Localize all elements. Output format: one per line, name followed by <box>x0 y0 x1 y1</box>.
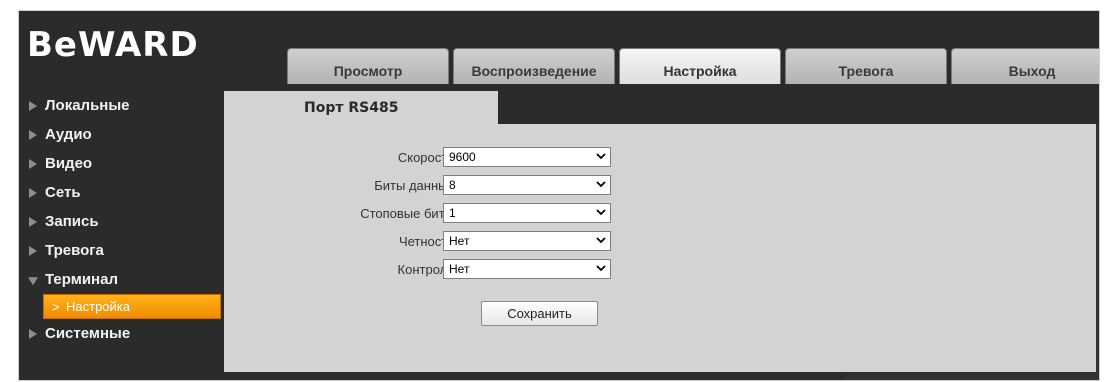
speed-select[interactable]: 9600 <box>443 147 611 167</box>
chevron-right-icon: > <box>52 299 60 314</box>
select-value: 1 <box>449 206 456 220</box>
app-frame: BeWARD Просмотр Воспроизведение Настройк… <box>18 10 1100 381</box>
collapsed-arrow-icon <box>29 158 37 169</box>
sidebar-item-local[interactable]: Локальные <box>19 91 224 120</box>
sidebar-item-label: Сеть <box>45 184 81 201</box>
sidebar-item-system[interactable]: Системные <box>19 319 224 348</box>
form-row-stop-bits: Стоповые биты 1 <box>224 203 644 227</box>
collapsed-arrow-icon <box>29 328 37 339</box>
select-value: Нет <box>449 262 470 276</box>
tab-label: Тревога <box>838 62 894 79</box>
tab-alarm[interactable]: Тревога <box>785 48 947 84</box>
save-button[interactable]: Сохранить <box>481 301 598 326</box>
flow-control-select[interactable]: Нет <box>443 259 611 279</box>
collapsed-arrow-icon <box>29 129 37 140</box>
collapsed-arrow-icon <box>29 216 37 227</box>
collapsed-arrow-icon <box>29 100 37 111</box>
stop-bits-select[interactable]: 1 <box>443 203 611 223</box>
sidebar-item-label: Тревога <box>45 242 104 259</box>
beward-logo: BeWARD <box>27 23 198 65</box>
tab-settings[interactable]: Настройка <box>619 48 781 84</box>
collapsed-arrow-icon <box>29 187 37 198</box>
sidebar-nav: Локальные Аудио Видео Сеть Запись Тревог… <box>19 91 224 348</box>
section-title-tab: Порт RS485 <box>224 91 498 124</box>
sidebar-subitem-label: Настройка <box>66 299 130 314</box>
sidebar-item-audio[interactable]: Аудио <box>19 120 224 149</box>
sidebar-item-terminal[interactable]: Терминал <box>19 265 224 294</box>
sidebar-item-label: Локальные <box>45 97 130 114</box>
sidebar-item-label: Аудио <box>45 126 92 143</box>
chevron-down-icon <box>596 181 606 188</box>
chevron-down-icon <box>596 153 606 160</box>
sidebar-item-video[interactable]: Видео <box>19 149 224 178</box>
tab-playback[interactable]: Воспроизведение <box>453 48 615 84</box>
tab-label: Воспроизведение <box>471 62 597 79</box>
tab-label: Просмотр <box>333 62 403 79</box>
top-nav-tabs: Просмотр Воспроизведение Настройка Трево… <box>287 48 1099 84</box>
chevron-down-icon <box>596 237 606 244</box>
form-row-speed: Скорость 9600 <box>224 147 644 171</box>
tab-label: Выход <box>1008 62 1056 79</box>
data-bits-select[interactable]: 8 <box>443 175 611 195</box>
sidebar-item-record[interactable]: Запись <box>19 207 224 236</box>
tab-view[interactable]: Просмотр <box>287 48 449 84</box>
logo-text: BeWARD <box>27 25 197 63</box>
collapsed-arrow-icon <box>29 245 37 256</box>
tab-label: Настройка <box>663 62 737 79</box>
sidebar-item-label: Видео <box>45 155 93 172</box>
form-row-flow-control: Контроль Нет <box>224 259 644 283</box>
parity-select[interactable]: Нет <box>443 231 611 251</box>
expanded-arrow-icon <box>28 276 38 285</box>
select-value: 8 <box>449 178 456 192</box>
tab-exit[interactable]: Выход <box>951 48 1099 84</box>
sidebar-subitem-settings[interactable]: > Настройка <box>43 294 221 319</box>
chevron-down-icon <box>596 265 606 272</box>
select-value: 9600 <box>449 150 476 164</box>
field-label: Стоповые биты <box>360 206 454 221</box>
sidebar-item-network[interactable]: Сеть <box>19 178 224 207</box>
select-value: Нет <box>449 234 470 248</box>
chevron-down-icon <box>596 209 606 216</box>
sidebar-item-alarm[interactable]: Тревога <box>19 236 224 265</box>
section-title: Порт RS485 <box>304 99 399 116</box>
sidebar-item-label: Системные <box>45 325 131 342</box>
form-row-parity: Четность Нет <box>224 231 644 255</box>
logo-mark: BeWARD <box>27 25 198 65</box>
sidebar-item-label: Терминал <box>45 271 118 288</box>
form-row-data-bits: Биты данных 8 <box>224 175 644 199</box>
sidebar-item-label: Запись <box>45 213 99 230</box>
